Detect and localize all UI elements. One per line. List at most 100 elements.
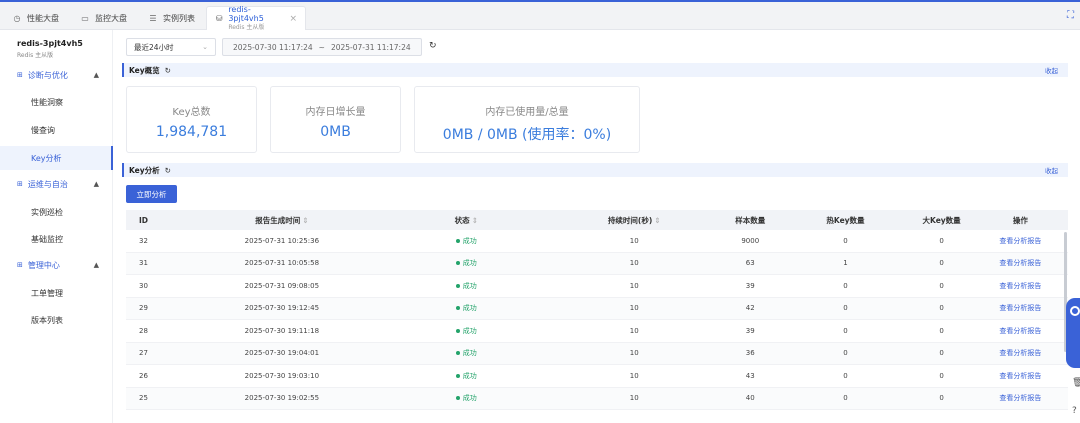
sidebar-group-ops[interactable]: ⊞ 运维与自治 ▲: [17, 177, 107, 191]
date-range-picker[interactable]: 2025-07-30 11:17:24 ~ 2025-07-31 11:17:2…: [222, 38, 422, 56]
cell-hot: 0: [843, 236, 848, 245]
col-status[interactable]: 状态 ⇕: [384, 215, 549, 226]
cell-time: 2025-07-31 10:05:58: [244, 259, 320, 268]
chevron-up-icon: ▲: [93, 261, 99, 269]
grid-icon: ⊞: [17, 261, 23, 269]
tab-label: redis-3pjt4vh5: [228, 5, 264, 23]
collapse-link[interactable]: 收起: [1045, 65, 1058, 75]
tab-instance-list[interactable]: ☰ 实例列表: [140, 6, 203, 30]
analysis-table: ID 报告生成时间 ⇕ 状态 ⇕ 持续时间(秒) ⇕ 样本数量 热Key数量 大Key…: [126, 210, 1068, 410]
cell-duration: 10: [629, 371, 639, 380]
help-icon[interactable]: ?: [1072, 406, 1077, 416]
cell-duration: 10: [629, 281, 639, 290]
metric-card-key-total: Key总数 1,984,781: [126, 86, 257, 153]
cell-hot: 0: [843, 326, 848, 335]
database-icon: ⛁: [215, 14, 223, 23]
status-dot-icon: [455, 328, 460, 333]
status-dot-icon: [455, 351, 460, 356]
sidebar-item-basic-monitor[interactable]: 基础监控: [31, 232, 63, 246]
view-report-link[interactable]: 查看分析报告: [973, 326, 1068, 336]
assistant-float-button[interactable]: [1066, 298, 1080, 368]
cell-sample: 40: [745, 394, 755, 403]
monitor-icon: ▭: [81, 13, 89, 23]
cell-duration: 10: [629, 236, 639, 245]
analyze-now-button[interactable]: 立即分析: [126, 185, 177, 203]
clock-icon: ◷: [13, 13, 21, 23]
col-time[interactable]: 报告生成时间 ⇕: [180, 215, 384, 226]
sidebar-item-work-orders[interactable]: 工单管理: [31, 286, 63, 300]
group-label: 诊断与优化: [27, 70, 68, 80]
cell-id: 29: [139, 304, 148, 313]
metric-card-memory-growth: 内存日增长量 0MB: [270, 86, 401, 153]
sidebar-item-key-analysis[interactable]: Key分析: [31, 151, 62, 165]
cell-duration: 10: [629, 259, 639, 268]
cell-time: 2025-07-30 19:11:18: [244, 326, 320, 335]
view-report-link[interactable]: 查看分析报告: [973, 371, 1068, 381]
col-big: 大Key数量: [922, 215, 961, 225]
cell-status: 成功: [384, 348, 549, 358]
table-row: 25 2025-07-30 19:02:55 成功 10 40 0 0 查看分析报告: [126, 387, 1068, 410]
tab-instance-detail[interactable]: ⛁ redis-3pjt4vh5 Redis 主从版 ×: [206, 5, 306, 31]
cell-hot: 1: [843, 259, 848, 268]
date-start: 2025-07-30 11:17:24: [233, 42, 313, 52]
col-duration[interactable]: 持续时间(秒) ⇕: [549, 215, 720, 226]
time-range-value: 最近24小时: [134, 42, 174, 52]
trash-icon[interactable]: 🗑: [1072, 378, 1080, 388]
cell-status: 成功: [384, 236, 549, 246]
cell-duration: 10: [629, 394, 639, 403]
chevron-up-icon: ▲: [93, 71, 99, 79]
cell-hot: 0: [843, 371, 848, 380]
collapse-link[interactable]: 收起: [1045, 165, 1058, 175]
cell-status: 成功: [384, 371, 549, 381]
col-op: 操作: [1012, 215, 1028, 225]
cell-sample: 39: [745, 326, 755, 335]
cell-sample: 36: [745, 349, 755, 358]
tab-performance-board[interactable]: ◷ 性能大盘: [4, 6, 67, 30]
cell-duration: 10: [629, 326, 639, 335]
tab-bar: ◷ 性能大盘 ▭ 监控大盘 ☰ 实例列表 ⛁ redis-3pjt4vh5 Re…: [0, 0, 1080, 31]
metric-value: 0MB: [320, 124, 351, 140]
cell-id: 28: [139, 326, 148, 335]
view-report-link[interactable]: 查看分析报告: [973, 348, 1068, 358]
sidebar-group-management[interactable]: ⊞ 管理中心 ▲: [17, 258, 107, 272]
date-separator: ~: [318, 42, 325, 52]
cell-duration: 10: [629, 349, 639, 358]
assistant-icon: [1070, 306, 1080, 316]
chevron-up-icon: ▲: [93, 180, 99, 188]
status-dot-icon: [455, 283, 460, 288]
close-icon[interactable]: ×: [289, 14, 297, 24]
date-end: 2025-07-31 11:17:24: [330, 42, 411, 52]
table-row: 26 2025-07-30 19:03:10 成功 10 43 0 0 查看分析报告: [126, 365, 1068, 388]
tab-monitor-board[interactable]: ▭ 监控大盘: [72, 6, 135, 30]
refresh-icon[interactable]: ↻: [429, 41, 437, 51]
metric-label: 内存已使用量/总量: [485, 107, 569, 118]
sidebar-item-inspection[interactable]: 实例巡检: [31, 205, 63, 219]
sidebar-group-diagnosis[interactable]: ⊞ 诊断与优化 ▲: [17, 68, 107, 82]
sidebar-item-version-list[interactable]: 版本列表: [31, 313, 63, 327]
cell-id: 31: [139, 259, 148, 268]
view-report-link[interactable]: 查看分析报告: [973, 303, 1068, 313]
sidebar-item-slow-query[interactable]: 慢查询: [31, 123, 55, 137]
time-range-select[interactable]: 最近24小时 ⌄: [126, 38, 216, 56]
cell-time: 2025-07-30 19:04:01: [244, 349, 320, 358]
table-row: 29 2025-07-30 19:12:45 成功 10 42 0 0 查看分析报告: [126, 297, 1068, 320]
list-icon: ☰: [149, 13, 157, 23]
view-report-link[interactable]: 查看分析报告: [973, 393, 1068, 403]
view-report-link[interactable]: 查看分析报告: [973, 236, 1068, 246]
refresh-icon[interactable]: ↻: [165, 166, 171, 175]
cell-hot: 0: [843, 304, 848, 313]
chevron-down-icon: ⌄: [202, 43, 208, 51]
sort-icon: ⇕: [302, 215, 309, 225]
view-report-link[interactable]: 查看分析报告: [973, 258, 1068, 268]
sidebar-item-performance-insight[interactable]: 性能洞察: [31, 95, 63, 109]
cell-big: 0: [939, 304, 944, 313]
refresh-icon[interactable]: ↻: [165, 66, 171, 75]
sidebar: redis-3pjt4vh5 Redis 主从版 ⊞ 诊断与优化 ▲ 性能洞察 …: [0, 30, 113, 423]
cell-id: 32: [139, 236, 148, 245]
sort-icon: ⇕: [654, 215, 661, 225]
cell-time: 2025-07-30 19:02:55: [244, 394, 320, 403]
view-report-link[interactable]: 查看分析报告: [973, 281, 1068, 291]
section-title: Key概览: [129, 65, 160, 75]
fullscreen-icon[interactable]: ⛶: [1067, 10, 1074, 21]
col-hot: 热Key数量: [826, 215, 865, 225]
